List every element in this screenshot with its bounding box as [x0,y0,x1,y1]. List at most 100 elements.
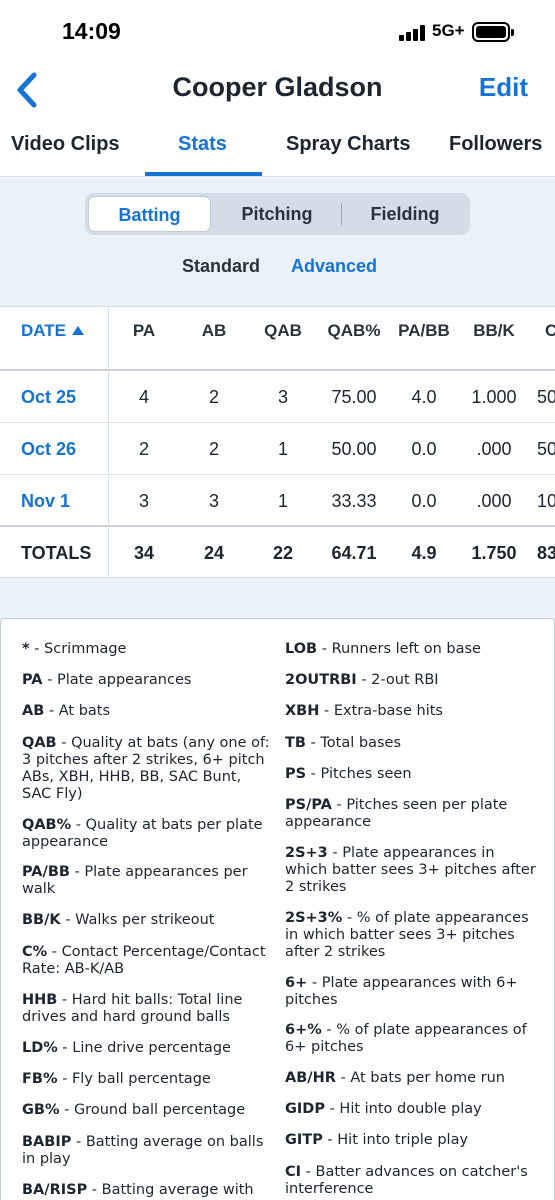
table-cell: 24 [203,543,225,563]
glossary-entry: PS/PA - Pitches seen per plate appearanc… [285,797,508,830]
table-cell: 34 [133,543,155,563]
glossary-entry: BA/RISP - Batting average with [22,1182,254,1198]
table-cell: 4.0 [411,387,437,407]
totals-label: TOTALS [21,543,92,563]
table-cell: 10 [537,491,555,511]
table-cell: 3 [208,491,219,511]
sort-ascending-icon [72,326,85,335]
glossary-entry: GITP - Hit into triple play [285,1132,469,1148]
glossary-entry: 6+ - Plate appearances with 6+ pitches [285,975,518,1008]
tab-stats[interactable]: Stats [178,133,227,156]
glossary-entry: FB% - Fly ball percentage [22,1071,211,1087]
mode-advanced-toggle[interactable]: Advanced [291,256,377,277]
table-cell: 1 [277,439,288,459]
segment-batting[interactable]: Batting [88,196,211,232]
active-tab-indicator [145,172,262,176]
column-header[interactable]: QAB [254,321,312,341]
glossary-entry: BB/K - Walks per strikeout [22,912,215,928]
tab-bar: Video Clips Stats Spray Charts Followers [0,117,555,177]
glossary-entry: QAB - Quality at bats (any one of: 3 pit… [22,735,270,802]
section-spacer [0,577,555,618]
table-cell: 50 [537,439,555,459]
stat-type-segmented-control: Batting Pitching Fielding [85,193,470,235]
edit-button[interactable]: Edit [479,72,528,103]
table-cell: 3 [138,491,149,511]
table-cell: 3 [277,387,288,407]
row-date[interactable]: Nov 1 [21,491,70,512]
column-header[interactable]: PA/BB [391,321,457,341]
table-cell: 1 [277,491,288,511]
glossary-entry: HHB - Hard hit balls: Total line drives … [22,992,243,1025]
glossary-entry: PS - Pitches seen [285,766,412,782]
glossary-entry: AB/HR - At bats per home run [285,1070,505,1086]
stats-filter-area: Batting Pitching Fielding Standard Advan… [0,178,555,306]
table-cell: 75.00 [331,387,377,407]
cellular-signal-icon [399,25,425,41]
column-header[interactable]: BB/K [462,321,526,341]
table-cell: 33.33 [331,491,377,511]
table-header-row: DATE PA AB QAB QAB% PA/BB BB/K C [0,321,555,351]
mode-standard-toggle[interactable]: Standard [182,256,260,277]
glossary-entry: LOB - Runners left on base [285,641,481,657]
row-date[interactable]: Oct 26 [21,439,76,460]
table-cell: 0.0 [411,491,437,511]
glossary-entry: PA/BB - Plate appearances per walk [22,864,248,897]
glossary-entry: 2S+3 - Plate appearances in which batter… [285,845,536,895]
glossary-entry: 2S+3% - % of plate appearances in which … [285,910,529,960]
row-date[interactable]: Oct 25 [21,387,76,408]
column-header[interactable]: PA [115,321,173,341]
table-cell: 2 [138,439,149,459]
tab-followers[interactable]: Followers [449,133,542,156]
table-cell: 22 [272,543,294,563]
nav-bar: Cooper Gladson Edit [0,62,555,117]
column-header-date[interactable]: DATE [21,321,85,341]
divider [0,369,555,371]
table-cell: 83 [537,543,555,563]
divider [0,525,555,527]
table-cell: .000 [476,491,512,511]
glossary-entry: CI - Batter advances on catcher's interf… [285,1164,528,1197]
date-column-divider [108,307,109,576]
table-cell: 2 [208,439,219,459]
glossary-entry: BABIP - Batting average on balls in play [22,1134,264,1167]
glossary-entry: PA - Plate appearances [22,672,192,688]
table-cell: 64.71 [331,543,377,563]
network-type: 5G+ [432,21,465,40]
table-cell: 0.0 [411,439,437,459]
glossary-card: * - Scrimmage PA - Plate appearances AB … [0,618,555,1200]
column-header[interactable]: QAB% [318,321,390,341]
table-cell: 2 [208,387,219,407]
divider [0,422,555,423]
divider [0,474,555,475]
glossary-section: * - Scrimmage PA - Plate appearances AB … [0,618,555,1200]
column-header-label: DATE [21,321,67,340]
battery-icon [472,22,514,42]
glossary-entry: QAB% - Quality at bats per plate appeara… [22,817,263,850]
segment-fielding[interactable]: Fielding [343,196,467,232]
tab-video-clips[interactable]: Video Clips [11,133,120,156]
glossary-entry: TB - Total bases [285,735,401,751]
glossary-entry: XBH - Extra-base hits [285,703,443,719]
table-cell: 4.9 [411,543,437,563]
glossary-entry: AB - At bats [22,703,111,719]
status-time: 14:09 [62,18,121,44]
tab-spray-charts[interactable]: Spray Charts [286,133,411,156]
table-cell: .000 [476,439,512,459]
table-cell: 1.000 [471,387,517,407]
glossary-entry: 2OUTRBI - 2-out RBI [285,672,439,688]
table-cell: 4 [138,387,149,407]
table-cell: 50 [537,387,555,407]
glossary-entry: GB% - Ground ball percentage [22,1102,246,1118]
table-cell: 1.750 [471,543,517,563]
page-title: Cooper Gladson [172,72,383,102]
column-header[interactable]: C [545,321,555,341]
table-cell: 50.00 [331,439,377,459]
segment-pitching[interactable]: Pitching [215,196,339,232]
column-header[interactable]: AB [185,321,243,341]
status-bar: 14:09 5G+ [0,0,555,62]
segment-divider [341,203,342,225]
stats-table: DATE PA AB QAB QAB% PA/BB BB/K C Oct 25 … [0,306,555,576]
glossary-entry: * - Scrimmage [22,641,127,657]
glossary-entry: GIDP - Hit into double play [285,1101,482,1117]
glossary-entry: LD% - Line drive percentage [22,1040,231,1056]
